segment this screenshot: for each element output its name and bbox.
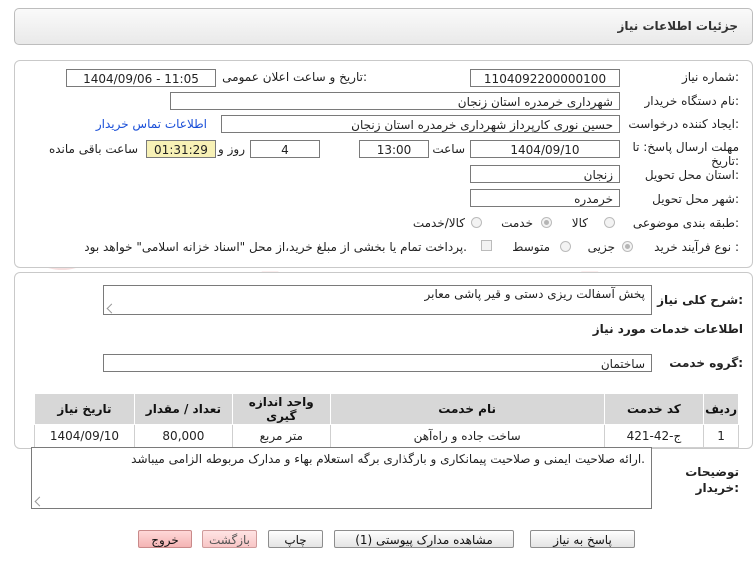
col-unit: واحد اندازه گیری — [231, 393, 331, 425]
col-date: تاریخ نیاز — [34, 393, 135, 425]
deadline-label: مهلت ارسال پاسخ: تا تاریخ: — [632, 140, 739, 168]
reply-button[interactable]: پاسخ به نیاز — [530, 530, 635, 548]
back-button[interactable]: بازگشت — [202, 530, 257, 548]
creator-field[interactable]: حسین نوری کارپرداز شهرداری خرمدره استان … — [221, 115, 620, 133]
services-table: تاریخ نیاز تعداد / مقدار واحد اندازه گیر… — [34, 393, 739, 448]
time-label: ساعت — [432, 142, 465, 156]
service-group-label: گروه خدمت: — [669, 356, 743, 370]
city-label: شهر محل تحویل: — [652, 192, 739, 206]
services-section-title: اطلاعات خدمات مورد نیاز — [592, 322, 743, 336]
province-field[interactable]: زنجان — [470, 165, 620, 183]
buyer-notes-field[interactable]: ارائه صلاحیت ایمنی و صلاحیت پیمانکاری و … — [31, 447, 652, 509]
category-label: طبقه بندی موضوعی: — [632, 216, 739, 230]
cell-service-code: ج-42-421 — [603, 424, 705, 448]
treasury-payment-checkbox[interactable] — [481, 240, 492, 251]
process-radio-medium[interactable] — [560, 241, 571, 252]
category-radio-goods[interactable] — [604, 217, 615, 228]
service-group-field[interactable]: ساختمان — [103, 354, 652, 372]
creator-label: ایجاد کننده درخواست: — [628, 117, 739, 131]
process-label: نوع فرآیند خرید : — [654, 240, 739, 254]
summary-field[interactable]: پخش آسفالت ریزی دستی و قیر پاشی معابر — [103, 285, 652, 315]
exit-button[interactable]: خروج — [138, 530, 192, 548]
city-field[interactable]: خرمدره — [470, 189, 620, 207]
process-option-minor: جزیی — [587, 240, 615, 254]
announce-field[interactable]: 1404/09/06 - 11:05 — [66, 69, 216, 87]
need-number-label: شماره نیاز: — [681, 70, 739, 84]
process-option-medium: متوسط — [512, 240, 550, 254]
cell-service-name: ساخت جاده و راه‌آهن — [329, 424, 605, 448]
buyer-notes-label: توضیحات خریدار: — [685, 465, 739, 495]
province-label: استان محل تحویل: — [644, 168, 739, 182]
process-radio-minor[interactable] — [622, 241, 633, 252]
summary-label: شرح کلی نیاز: — [657, 293, 743, 307]
category-option-goods-service: کالا/خدمت — [412, 216, 465, 230]
page-title: جزئیات اطلاعات نیاز — [617, 19, 738, 33]
page-header: جزئیات اطلاعات نیاز — [14, 8, 753, 45]
payment-note: پرداخت تمام یا بخشی از مبلغ خرید،از محل … — [84, 240, 467, 254]
need-number-field[interactable]: 1104092200000100 — [470, 69, 620, 87]
contact-buyer-link[interactable]: اطلاعات تماس خریدار — [96, 117, 207, 131]
col-service-code: کد خدمت — [603, 393, 705, 425]
remaining-time-field: 01:31:29 — [146, 140, 216, 158]
services-table-header: تاریخ نیاز تعداد / مقدار واحد اندازه گیر… — [34, 393, 739, 425]
col-quantity: تعداد / مقدار — [133, 393, 233, 425]
category-option-service: خدمت — [501, 216, 533, 230]
cell-date: 1404/09/10 — [34, 424, 135, 448]
deadline-date-field[interactable]: 1404/09/10 — [470, 140, 620, 158]
cell-row-number: 1 — [703, 424, 739, 448]
buyer-org-label: نام دستگاه خریدار: — [644, 94, 740, 108]
cell-quantity: 80,000 — [133, 424, 233, 448]
remaining-label: ساعت باقی مانده — [48, 142, 138, 156]
table-row[interactable]: 1404/09/10 80,000 متر مربع ساخت جاده و ر… — [34, 424, 739, 448]
col-row-number: ردیف — [703, 393, 739, 425]
days-label: روز و — [218, 142, 245, 156]
view-attachments-button[interactable]: مشاهده مدارک پیوستی (1) — [334, 530, 514, 548]
announce-label: تاریخ و ساعت اعلان عمومی: — [222, 70, 367, 84]
deadline-time-field[interactable]: 13:00 — [359, 140, 429, 158]
print-button[interactable]: چاپ — [268, 530, 323, 548]
days-field[interactable]: 4 — [250, 140, 320, 158]
cell-unit: متر مربع — [231, 424, 331, 448]
buyer-org-field[interactable]: شهرداری خرمدره استان زنجان — [170, 92, 620, 110]
col-service-name: نام خدمت — [329, 393, 605, 425]
category-radio-service[interactable] — [541, 217, 552, 228]
category-radio-goods-service[interactable] — [471, 217, 482, 228]
category-option-goods: کالا — [571, 216, 588, 230]
